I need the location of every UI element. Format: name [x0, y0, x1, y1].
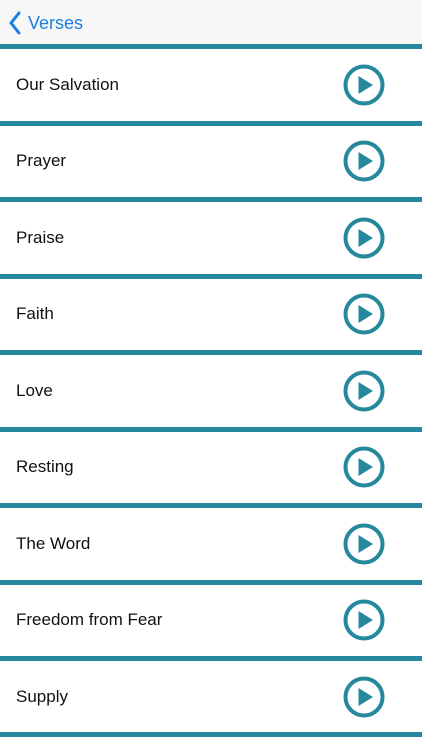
- list-item-label: Love: [16, 380, 53, 400]
- list-item-label: Faith: [16, 304, 54, 324]
- play-circle-icon[interactable]: [343, 370, 385, 412]
- play-circle-icon[interactable]: [343, 293, 385, 335]
- list-item[interactable]: Praise: [0, 197, 422, 274]
- play-circle-icon[interactable]: [343, 64, 385, 106]
- play-circle-icon[interactable]: [343, 599, 385, 641]
- list-item-label: Our Salvation: [16, 74, 119, 94]
- list-item[interactable]: Prayer: [0, 120, 422, 197]
- list-item[interactable]: Love: [0, 350, 422, 427]
- navigation-bar: Verses: [0, 0, 422, 44]
- play-circle-icon[interactable]: [343, 217, 385, 259]
- back-button[interactable]: Verses: [8, 8, 83, 38]
- play-circle-icon[interactable]: [343, 446, 385, 488]
- list-item[interactable]: Resting: [0, 426, 422, 503]
- list-item[interactable]: Supply: [0, 656, 422, 733]
- list-item[interactable]: Freedom from Fear: [0, 579, 422, 656]
- list-item-label: Resting: [16, 457, 74, 477]
- play-circle-icon[interactable]: [343, 140, 385, 182]
- list-item[interactable]: Our Salvation: [0, 44, 422, 121]
- chevron-left-icon: [8, 11, 22, 35]
- play-circle-icon[interactable]: [343, 523, 385, 565]
- list-item-label: Praise: [16, 227, 65, 247]
- list-item[interactable]: Faith: [0, 273, 422, 350]
- play-circle-icon[interactable]: [343, 676, 385, 718]
- back-button-label: Verses: [28, 13, 84, 33]
- list-item-label: Supply: [16, 686, 68, 706]
- list-item-label: Freedom from Fear: [16, 610, 163, 630]
- list-bottom-divider: [0, 732, 422, 737]
- verse-topic-list: Our Salvation Prayer Praise Faith Love Restin…: [0, 44, 422, 733]
- list-item[interactable]: The Word: [0, 503, 422, 580]
- list-item-label: Prayer: [16, 151, 67, 171]
- list-item-label: The Word: [16, 533, 91, 553]
